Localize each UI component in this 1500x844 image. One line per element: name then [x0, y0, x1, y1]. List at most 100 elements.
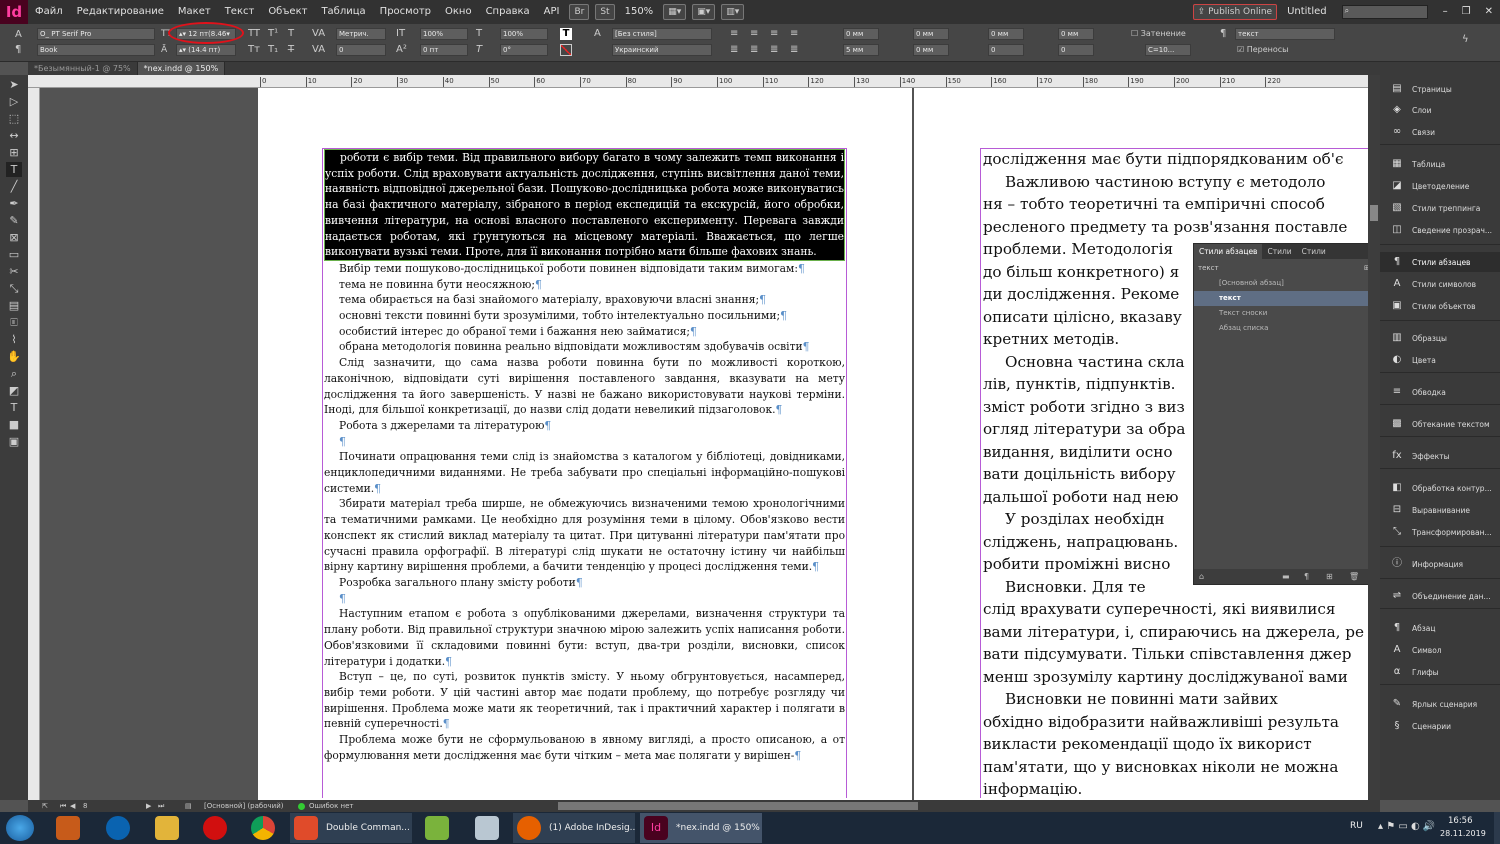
view-options-button[interactable]: ▦▾: [663, 4, 687, 20]
panel-transform[interactable]: ⤡ Трансформирован...: [1380, 522, 1500, 542]
panel-char-styles[interactable]: A Стили символов: [1380, 274, 1500, 294]
left-paragraph[interactable]: обрана методологія повинна реально відпо…: [324, 339, 845, 355]
tray-icons[interactable]: ▴ ⚑ ▭ ◐ 🔊: [1378, 821, 1435, 832]
panel-layers[interactable]: ◈ Слои: [1380, 100, 1500, 120]
panel-info[interactable]: ⓘ Информация: [1380, 554, 1500, 574]
menu-item-9[interactable]: API: [537, 0, 567, 24]
panel-stroke[interactable]: ≡ Обводка: [1380, 382, 1500, 402]
scissors-tool-icon[interactable]: ✂: [6, 264, 22, 279]
transform-tool-icon[interactable]: ⤡: [6, 281, 22, 296]
ruler-origin[interactable]: [28, 75, 258, 88]
left-paragraph[interactable]: Вступ – це, по суті, розвиток пунктів зм…: [324, 669, 845, 732]
justify-center-icon[interactable]: ≣: [750, 44, 758, 56]
restore-button[interactable]: ❐: [1455, 0, 1478, 24]
rect-frame-tool-icon[interactable]: ⊠: [6, 230, 22, 245]
opera-icon[interactable]: [203, 816, 227, 840]
zoom-tool-icon[interactable]: ⌕: [6, 366, 22, 381]
app-green-icon[interactable]: [425, 816, 449, 840]
panel-color[interactable]: ◐ Цвета: [1380, 350, 1500, 370]
explorer-icon[interactable]: [155, 816, 179, 840]
left-text-frame[interactable]: роботи є вибір теми. Від правильного виб…: [322, 148, 847, 798]
open-page-icon[interactable]: ⇱: [42, 800, 48, 812]
taskbar-indesign[interactable]: Id *nex.indd @ 150%: [640, 813, 762, 843]
search-input[interactable]: ⌕: [1341, 5, 1428, 19]
fill-text-icon[interactable]: T: [560, 28, 572, 40]
leading-field[interactable]: ▴▾ (14.4 пт): [176, 44, 236, 56]
left-paragraph[interactable]: Розробка загального плану змісту роботи¶: [324, 575, 845, 591]
char-mode-icon[interactable]: A: [15, 29, 22, 41]
prev-page-icon[interactable]: ◀: [70, 800, 75, 812]
right-line[interactable]: обхідно відобразити найважливіші результ…: [983, 711, 1368, 734]
justify-right-icon[interactable]: ≣: [770, 44, 778, 56]
baseline-field[interactable]: 0 пт: [420, 44, 468, 56]
line-tool-icon[interactable]: ╱: [6, 179, 22, 194]
panel-trap[interactable]: ▧ Стили треппинга: [1380, 198, 1500, 218]
menu-item-6[interactable]: Просмотр: [373, 0, 438, 24]
taskbar-firefox[interactable]: (1) Adobe InDesig...: [513, 813, 635, 843]
vertical-scrollbar[interactable]: [1368, 75, 1380, 800]
panel-separations[interactable]: ◪ Цветоделение: [1380, 176, 1500, 196]
note-tool-icon[interactable]: 🗉: [6, 315, 22, 330]
right-line[interactable]: викласти рекомендації щодо їх використ: [983, 733, 1368, 756]
app-pin-icon[interactable]: [56, 816, 80, 840]
left-paragraph[interactable]: Починати опрацювання теми слід із знайом…: [324, 449, 845, 496]
rect-tool-icon[interactable]: ▭: [6, 247, 22, 262]
panel-fx[interactable]: fx Эффекты: [1380, 446, 1500, 466]
left-paragraph[interactable]: Слід зазначити, що сама назва роботи пов…: [324, 355, 845, 418]
hp-icon[interactable]: [106, 816, 130, 840]
taskbar-double-commander[interactable]: Double Comman...: [290, 813, 412, 843]
small-caps-icon[interactable]: Tт: [248, 44, 260, 56]
selection-tool-icon[interactable]: ➤: [6, 77, 22, 92]
preflight-status[interactable]: Ошибок нет: [309, 800, 353, 812]
panel-textwrap[interactable]: ▩ Обтекание текстом: [1380, 414, 1500, 434]
scroll-thumb[interactable]: [1370, 205, 1378, 221]
show-desktop-button[interactable]: [1494, 812, 1500, 844]
language-field[interactable]: Украинский: [612, 44, 712, 56]
hyphenation-checkbox[interactable]: ☑ Переносы: [1237, 44, 1289, 56]
all-caps-icon[interactable]: TT: [248, 28, 260, 40]
left-paragraph[interactable]: тема обирається на базі знайомого матері…: [324, 292, 845, 308]
menu-item-2[interactable]: Макет: [171, 0, 218, 24]
stroke-none-icon[interactable]: [560, 44, 572, 56]
right-line[interactable]: дослідження має бути підпорядкованим об'…: [983, 148, 1368, 171]
style-row-base[interactable]: [Основной абзац]: [1194, 276, 1379, 291]
justify-all-icon[interactable]: ≣: [790, 44, 798, 56]
left-paragraph[interactable]: Наступним етапом є робота з опубліковани…: [324, 606, 845, 669]
panel-pathfinder[interactable]: ◧ Обработка контур...: [1380, 478, 1500, 498]
left-paragraph[interactable]: Вибір теми пошуково-дослідницької роботи…: [324, 261, 845, 277]
space-after-field[interactable]: 0 мм: [1058, 28, 1094, 40]
stock-button[interactable]: St: [595, 4, 615, 20]
skew-field[interactable]: 0°: [500, 44, 548, 56]
drop-cap-chars-field[interactable]: 0: [1058, 44, 1094, 56]
panel-align[interactable]: ⊟ Выравнивание: [1380, 500, 1500, 520]
screen-mode-icon[interactable]: ▣: [6, 434, 22, 449]
left-paragraph[interactable]: тема не повинна бути неосяжною;¶: [324, 277, 845, 293]
align-right-icon[interactable]: ≡: [770, 28, 778, 40]
right-line[interactable]: Важливою частиною вступу є методоло: [983, 171, 1368, 194]
arrange-documents-button[interactable]: ▥▾: [721, 4, 745, 20]
panel-character[interactable]: A Символ: [1380, 640, 1500, 660]
kerning-field[interactable]: Метрич.: [336, 28, 386, 40]
style-search-field[interactable]: текст: [1198, 264, 1219, 272]
hscale-field[interactable]: 100%: [500, 28, 548, 40]
style-row-text[interactable]: текст: [1194, 291, 1379, 306]
folder-icon[interactable]: ▬: [1282, 569, 1290, 584]
panel-glyphs[interactable]: ⍺ Глифы: [1380, 662, 1500, 682]
right-line[interactable]: вами літератури, і, спираючись на джерел…: [983, 621, 1368, 644]
last-line-indent-field[interactable]: 0 мм: [913, 44, 949, 56]
selected-text[interactable]: роботи є вибір теми. Від правильного виб…: [324, 149, 845, 261]
minimize-button[interactable]: –: [1436, 0, 1455, 24]
para-style-field[interactable]: текст: [1235, 28, 1335, 40]
left-paragraph[interactable]: ¶: [324, 434, 845, 450]
right-line[interactable]: ресленого предмету та розв'язання постав…: [983, 216, 1368, 239]
horizontal-ruler[interactable]: 0 10 20 30 40 50 60 70 80 90 100 110 120 130 140 150 160…: [258, 75, 1368, 88]
right-indent-field[interactable]: 0 мм: [913, 28, 949, 40]
tab-styles-3[interactable]: Стили: [1297, 244, 1331, 259]
tracking-field[interactable]: 0: [336, 44, 386, 56]
menu-item-0[interactable]: Файл: [28, 0, 70, 24]
font-family-field[interactable]: O_ PT Serif Pro: [37, 28, 155, 40]
right-line[interactable]: вати підсумувати. Тільки співставлення д…: [983, 643, 1368, 666]
delete-style-button[interactable]: 🗑: [1349, 569, 1359, 584]
tab-styles-2[interactable]: Стили: [1262, 244, 1296, 259]
screen-mode-button[interactable]: ▣▾: [692, 4, 716, 20]
